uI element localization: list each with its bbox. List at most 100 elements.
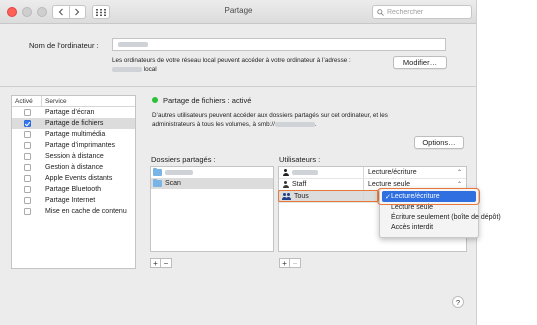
- service-row[interactable]: Partage multimédia: [12, 129, 135, 140]
- folder-add-remove: + −: [150, 258, 172, 268]
- remove-user-button[interactable]: −: [290, 258, 301, 268]
- service-checkbox[interactable]: [23, 197, 31, 204]
- search-icon: [377, 8, 384, 16]
- user-add-remove: + −: [279, 258, 301, 268]
- shared-folders-label: Dossiers partagés :: [151, 155, 216, 164]
- service-row[interactable]: Mise en cache de contenu: [12, 206, 135, 217]
- menu-highlight-outline: [377, 188, 480, 205]
- selected-row-highlight: [278, 190, 379, 202]
- header-service: Service: [45, 97, 67, 105]
- user-name-cell: [279, 167, 364, 178]
- service-checkbox-cell: [12, 120, 42, 127]
- local-address-note: Les ordinateurs de votre réseau local pe…: [112, 56, 392, 74]
- add-folder-button[interactable]: +: [150, 258, 161, 268]
- user-name-cell: Staff: [279, 179, 364, 190]
- permission-popup[interactable]: Lecture seule ⌃: [364, 181, 466, 188]
- folder-icon: [153, 167, 162, 176]
- service-row[interactable]: Partage d’écran: [12, 107, 135, 118]
- redacted-computer-name: [118, 42, 148, 47]
- computer-name-field[interactable]: [112, 38, 446, 51]
- search-field[interactable]: [372, 5, 472, 19]
- options-button[interactable]: Options…: [414, 136, 464, 149]
- service-list-header: Activé Service: [12, 96, 135, 107]
- redacted-user-name: [292, 170, 318, 175]
- folder-icon: [153, 178, 162, 187]
- service-checkbox[interactable]: [23, 142, 31, 149]
- status-description-line1: D’autres utilisateurs peuvent accéder au…: [152, 112, 388, 119]
- service-checkbox-cell: [12, 131, 42, 138]
- service-name: Partage multimédia: [45, 131, 106, 138]
- service-row[interactable]: Session à distance: [12, 151, 135, 162]
- menu-option-no-access[interactable]: Accès interdit: [380, 222, 478, 232]
- modify-button[interactable]: Modifier…: [393, 56, 447, 69]
- service-name: Gestion à distance: [45, 164, 103, 171]
- remove-folder-button[interactable]: −: [161, 258, 172, 268]
- person-icon: [282, 169, 289, 176]
- service-checkbox[interactable]: [23, 208, 31, 215]
- local-address-suffix: local: [143, 66, 157, 73]
- service-name: Session à distance: [45, 153, 104, 160]
- sharing-status-title: Partage de fichiers : activé: [163, 96, 252, 105]
- computer-name-label: Nom de l’ordinateur :: [29, 41, 99, 50]
- shared-folders-list: Scan: [150, 166, 274, 252]
- service-name: Apple Events distants: [45, 175, 113, 182]
- sharing-window: Partage Nom de l’ordinateur : Les ordina…: [0, 0, 477, 325]
- service-name: Partage Internet: [45, 197, 96, 204]
- updown-arrows-icon: ⌃: [456, 182, 462, 188]
- redacted-smb-address: [274, 121, 315, 127]
- service-row[interactable]: Partage de fichiers: [12, 118, 135, 129]
- service-checkbox-cell: [12, 142, 42, 149]
- permission-popup[interactable]: Lecture/écriture ⌃: [364, 169, 466, 176]
- section-divider: [0, 86, 476, 87]
- service-checkbox-cell: [12, 109, 42, 116]
- shared-folder-row[interactable]: [151, 167, 273, 178]
- service-name: Partage Bluetooth: [45, 186, 102, 193]
- service-name: Partage de fichiers: [45, 120, 104, 127]
- service-checkbox-cell: [12, 186, 42, 193]
- service-checkbox[interactable]: [23, 120, 31, 127]
- users-label: Utilisateurs :: [279, 155, 321, 164]
- user-row[interactable]: Lecture/écriture ⌃: [279, 167, 466, 179]
- service-list: Activé Service Partage d’écran Partage de…: [11, 95, 136, 269]
- service-checkbox-cell: [12, 175, 42, 182]
- shared-folder-row[interactable]: Scan: [151, 178, 273, 189]
- toolbar: Partage: [0, 0, 476, 24]
- service-checkbox-cell: [12, 197, 42, 204]
- header-active: Activé: [12, 96, 42, 106]
- service-row[interactable]: Gestion à distance: [12, 162, 135, 173]
- permission-value: Lecture seule: [368, 181, 411, 188]
- add-user-button[interactable]: +: [279, 258, 290, 268]
- local-address-note-text: Les ordinateurs de votre réseau local pe…: [112, 57, 351, 64]
- search-input[interactable]: [387, 8, 467, 16]
- service-checkbox-cell: [12, 208, 42, 215]
- service-row[interactable]: Apple Events distants: [12, 173, 135, 184]
- redacted-folder-name: [165, 170, 193, 175]
- option-label: Écriture seulement (boîte de dépôt): [391, 213, 501, 221]
- service-checkbox-cell: [12, 153, 42, 160]
- redacted-local-hostname: [112, 66, 142, 72]
- service-name: Partage d’imprimantes: [45, 142, 116, 149]
- service-checkbox[interactable]: [23, 153, 31, 160]
- service-name: Partage d’écran: [45, 109, 95, 116]
- status-indicator-icon: [152, 97, 158, 103]
- service-row[interactable]: Partage Internet: [12, 195, 135, 206]
- updown-arrows-icon: ⌃: [456, 170, 462, 176]
- service-row[interactable]: Partage d’imprimantes: [12, 140, 135, 151]
- service-checkbox[interactable]: [23, 186, 31, 193]
- service-checkbox[interactable]: [23, 109, 31, 116]
- service-checkbox[interactable]: [23, 164, 31, 171]
- menu-option-write-only[interactable]: Écriture seulement (boîte de dépôt): [380, 212, 501, 222]
- option-label: Accès interdit: [391, 223, 434, 231]
- service-checkbox-cell: [12, 164, 42, 171]
- user-name: Staff: [292, 181, 307, 188]
- service-row[interactable]: Partage Bluetooth: [12, 184, 135, 195]
- service-checkbox[interactable]: [23, 131, 31, 138]
- shared-folder-name: Scan: [165, 180, 181, 187]
- permission-value: Lecture/écriture: [368, 169, 417, 176]
- sharing-status-description: D’autres utilisateurs peuvent accéder au…: [152, 111, 442, 129]
- service-name: Mise en cache de contenu: [45, 208, 127, 215]
- service-checkbox[interactable]: [23, 175, 31, 182]
- help-button[interactable]: ?: [452, 296, 464, 308]
- person-icon: [282, 181, 289, 188]
- status-description-line2: administrateurs à tous les volumes, à sm…: [152, 121, 275, 128]
